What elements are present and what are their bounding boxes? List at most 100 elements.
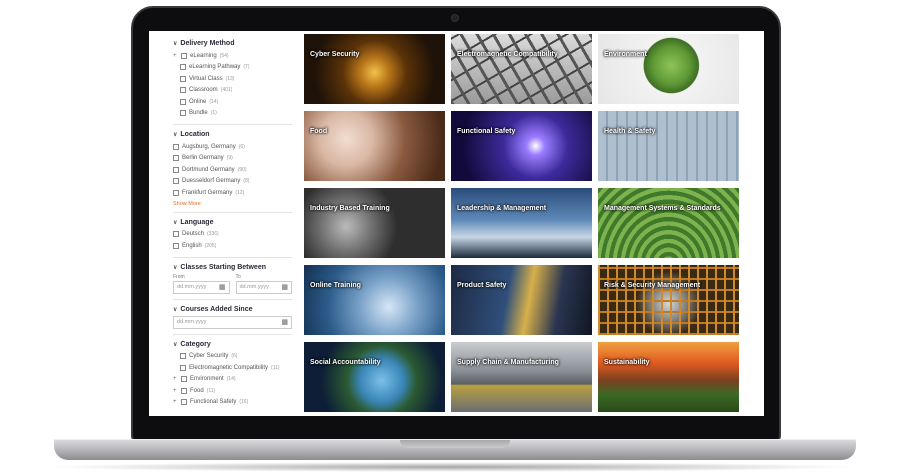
- tile-label: Risk & Security Management: [604, 282, 701, 289]
- to-date-input[interactable]: dd.mm.yyyy ▦: [235, 280, 292, 294]
- checkbox[interactable]: [180, 98, 186, 105]
- tile-image: [304, 34, 445, 104]
- filter-courses-added-toggle[interactable]: ∨ Courses Added Since: [173, 306, 292, 313]
- checkbox[interactable]: [180, 364, 186, 371]
- show-more-link[interactable]: Show More: [173, 201, 292, 207]
- filter-category-toggle[interactable]: ∨ Category: [173, 341, 292, 348]
- filter-option[interactable]: Frankfurt Germany (12): [173, 187, 292, 199]
- tile-label: Health & Safety: [604, 128, 656, 135]
- checkbox[interactable]: [173, 231, 179, 238]
- expand-icon[interactable]: +: [173, 376, 178, 382]
- expand-icon[interactable]: +: [173, 388, 178, 394]
- category-tile-product[interactable]: Product Safety: [451, 265, 592, 335]
- filter-option-label: Duesseldorf Germany: [182, 178, 241, 185]
- category-tile-management[interactable]: Management Systems & Standards: [598, 188, 739, 258]
- filter-option-count: (11): [206, 387, 216, 394]
- checkbox[interactable]: [180, 353, 186, 360]
- checkbox[interactable]: [181, 376, 187, 383]
- filter-option[interactable]: Dortmund Germany (90): [173, 164, 292, 176]
- checkbox[interactable]: [173, 178, 179, 185]
- filter-option-count: (16): [239, 399, 249, 406]
- filter-option-label: Online: [189, 98, 207, 105]
- laptop-shadow: [40, 462, 860, 472]
- category-tile-risk[interactable]: Risk & Security Management: [598, 265, 739, 335]
- category-tile-environment[interactable]: Environment: [598, 34, 739, 104]
- expand-icon[interactable]: +: [173, 399, 178, 405]
- laptop-notch: [400, 440, 510, 448]
- filter-option[interactable]: Berlin Germany (9): [173, 153, 292, 165]
- filter-option[interactable]: + Environment (14): [173, 374, 292, 386]
- checkbox[interactable]: [181, 52, 187, 59]
- category-tile-grid: Cyber Security Electromagnetic Compatibil…: [304, 34, 739, 412]
- filter-option[interactable]: Augsburg, Germany (6): [173, 141, 292, 153]
- chevron-down-icon: ∨: [173, 132, 178, 138]
- filter-option[interactable]: Electromagnetic Compatibility (11): [173, 362, 292, 374]
- tile-image: [451, 188, 592, 258]
- filter-option[interactable]: Virtual Class (13): [173, 73, 292, 85]
- filter-option[interactable]: + Food (11): [173, 385, 292, 397]
- filter-option[interactable]: Online (14): [173, 96, 292, 108]
- filter-option-count: (7): [243, 64, 250, 71]
- category-tile-functional[interactable]: Functional Safety: [451, 111, 592, 181]
- tile-label: Online Training: [310, 282, 361, 289]
- filter-option[interactable]: English (205): [173, 240, 292, 252]
- filter-option[interactable]: Classroom (401): [173, 85, 292, 97]
- filter-option-label: Dortmund Germany: [182, 166, 235, 173]
- checkbox[interactable]: [173, 242, 179, 249]
- filter-option[interactable]: Bundle (1): [173, 108, 292, 120]
- filter-delivery-method-toggle[interactable]: ∨ Delivery Method: [173, 40, 292, 47]
- filter-location-toggle[interactable]: ∨ Location: [173, 131, 292, 138]
- category-tile-food[interactable]: Food: [304, 111, 445, 181]
- checkbox[interactable]: [180, 110, 186, 117]
- category-tile-health[interactable]: Health & Safety: [598, 111, 739, 181]
- checkbox[interactable]: [173, 155, 179, 162]
- category-tile-supply[interactable]: Supply Chain & Manufacturing: [451, 342, 592, 412]
- filter-option-label: Functional Safety: [190, 399, 237, 406]
- filter-option[interactable]: + Functional Safety (16): [173, 397, 292, 409]
- filter-option-count: (14): [226, 376, 236, 383]
- filter-option[interactable]: + eLearning (54): [173, 50, 292, 62]
- calendar-icon[interactable]: ▦: [219, 283, 226, 291]
- checkbox[interactable]: [173, 143, 179, 150]
- checkbox[interactable]: [181, 399, 187, 406]
- category-tile-leadership[interactable]: Leadership & Management: [451, 188, 592, 258]
- filter-classes-starting-toggle[interactable]: ∨ Classes Starting Between: [173, 264, 292, 271]
- tile-image: [451, 34, 592, 104]
- filter-option-label: Deutsch: [182, 231, 205, 238]
- category-tile-industry[interactable]: Industry Based Training: [304, 188, 445, 258]
- calendar-icon[interactable]: ▦: [281, 283, 288, 291]
- checkbox[interactable]: [173, 166, 179, 173]
- filter-option-label: Virtual Class: [189, 75, 223, 82]
- checkbox[interactable]: [180, 64, 186, 71]
- tile-label: Supply Chain & Manufacturing: [457, 359, 559, 366]
- tile-image: [598, 111, 739, 181]
- tile-label: Sustainability: [604, 359, 650, 366]
- category-tile-cyber[interactable]: Cyber Security: [304, 34, 445, 104]
- filter-option[interactable]: Cyber Security (6): [173, 351, 292, 363]
- expand-icon[interactable]: +: [173, 53, 178, 59]
- tile-label: Product Safety: [457, 282, 507, 289]
- checkbox[interactable]: [173, 189, 179, 196]
- from-date-input[interactable]: dd.mm.yyyy ▦: [173, 280, 230, 294]
- category-tile-online[interactable]: Online Training: [304, 265, 445, 335]
- courses-added-date-input[interactable]: dd.mm.yyyy ▦: [173, 315, 292, 329]
- filter-title: Classes Starting Between: [180, 263, 266, 271]
- filter-option[interactable]: eLearning Pathway (7): [173, 62, 292, 74]
- category-tile-emc[interactable]: Electromagnetic Compatibility: [451, 34, 592, 104]
- filter-option[interactable]: Duesseldorf Germany (8): [173, 176, 292, 188]
- filter-sidebar: ∨ Delivery Method + eLearning (54) eLearnin…: [149, 31, 300, 416]
- filter-language-toggle[interactable]: ∨ Language: [173, 219, 292, 226]
- calendar-icon[interactable]: ▦: [281, 318, 288, 326]
- checkbox[interactable]: [181, 387, 187, 394]
- filter-option[interactable]: Deutsch (336): [173, 229, 292, 241]
- category-tile-sustainability[interactable]: Sustainability: [598, 342, 739, 412]
- filter-classes-starting: ∨ Classes Starting Between From dd.mm.yy…: [173, 261, 292, 300]
- checkbox[interactable]: [180, 75, 186, 82]
- date-range: From dd.mm.yyyy ▦ To dd.mm.yyyy ▦: [173, 274, 292, 294]
- checkbox[interactable]: [180, 87, 186, 94]
- category-tile-social[interactable]: Social Accountability: [304, 342, 445, 412]
- filter-option-label: Environment: [190, 376, 224, 383]
- filter-courses-added: ∨ Courses Added Since dd.mm.yyyy ▦: [173, 303, 292, 335]
- tile-label: Leadership & Management: [457, 205, 547, 212]
- from-date-placeholder: dd.mm.yyyy: [177, 284, 207, 290]
